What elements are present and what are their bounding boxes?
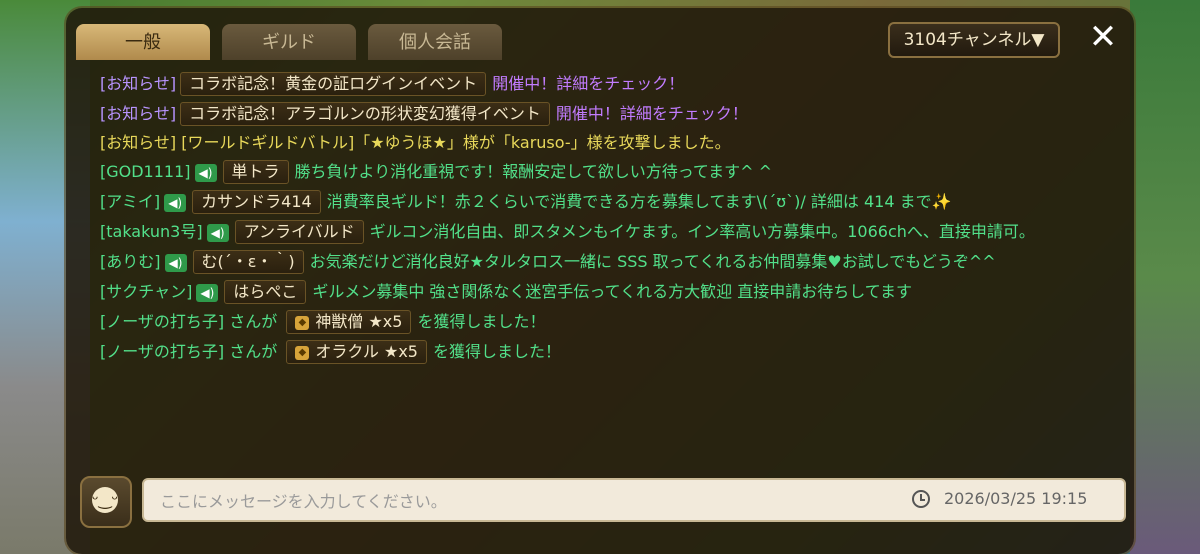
message-sender: [お知らせ] [100,104,177,123]
chat-message: [サクチャン] ◀) はらぺこ ギルメン募集中 強さ関係なく迷宮手伝ってくれる方大歓迎… [100,280,1090,304]
tab-guild[interactable]: ギルド [222,24,356,60]
chat-message: [お知らせ] コラボ記念！アラゴルンの形状変幻獲得イベント 開催中！詳細をチェック！ [100,102,1090,126]
message-sender: [ノーザの打ち子] [100,312,225,331]
chat-message: [ありむ] ◀) む(´・ε・｀) お気楽だけど消化良好★タルタロス一緒に SSS 取… [100,250,1090,274]
message-input-bar: 2026/03/25 19:15 [142,478,1126,522]
megaphone-icon: ◀) [196,283,219,302]
guild-link[interactable]: む(´・ε・｀) [192,250,304,274]
megaphone-icon: ◀) [206,223,229,242]
game-background-right [1130,0,1200,554]
chat-message: [ノーザの打ち子] さんが ◆ オラクル ★x5 を獲得しました！ [100,340,1090,364]
message-sender: [takakun3号] [100,222,203,241]
chat-message: [takakun3号] ◀) アンライバルド ギルコン消化自由、即スタメンもイケます。… [100,220,1090,244]
message-sender: [GOD1111] [100,162,191,181]
chat-message: [ノーザの打ち子] さんが ◆ 神獣僧 ★x5 を獲得しました！ [100,310,1090,334]
chat-message: [お知らせ] [ワールドギルドバトル]「★ゆうほ★」様が「karuso-」様を攻… [100,132,1090,154]
message-text: お気楽だけど消化良好★タルタロス一緒に SSS 取ってくれるお仲間募集♥お試しで… [309,252,996,271]
chat-message: [アミイ] ◀) カサンドラ414 消費率良ギルド！赤２くらいで消費できる方を募集して… [100,190,1090,214]
message-sender: [アミイ] [100,192,161,211]
message-text: を獲得しました！ [432,342,561,361]
chat-message: [GOD1111] ◀) 単トラ 勝ち負けより消化重視です！報酬安定して欲しい方待って… [100,160,1090,184]
guild-link[interactable]: 単トラ [222,160,289,184]
item-icon: ◆ [295,315,310,330]
message-text: 消費率良ギルド！赤２くらいで消費できる方を募集してます\(´ʊ`)/ 詳細は 4… [326,192,952,211]
guild-link[interactable]: はらぺこ [224,280,307,304]
megaphone-icon: ◀) [164,193,187,212]
message-sender: [ありむ] [100,252,161,271]
message-sender: [ノーザの打ち子] [100,342,225,361]
item-name: オラクル ★x5 [315,342,418,361]
event-link[interactable]: コラボ記念！黄金の証ログインイベント [180,72,487,96]
tab-private-chat[interactable]: 個人会話 [368,24,502,60]
message-text: 開催中！詳細をチェック！ [555,104,748,123]
message-text: 勝ち負けより消化重視です！報酬安定して欲しい方待ってます^ ^ [294,162,773,181]
emoji-button[interactable]: ᵕ‿ᵕ [80,476,132,528]
message-text: ギルメン募集中 強さ関係なく迷宮手伝ってくれる方大歓迎 直接申請お待ちしてます [312,282,912,301]
message-input[interactable] [158,488,882,514]
guild-link[interactable]: アンライバルド [234,220,364,244]
item-link[interactable]: ◆ 神獣僧 ★x5 [286,310,412,334]
message-text: さんが [229,342,278,361]
item-name: 神獣僧 ★x5 [315,312,403,331]
clock-icon [912,490,930,508]
close-icon[interactable]: ✕ [1086,20,1120,54]
message-text: を獲得しました！ [417,312,546,331]
guild-link[interactable]: カサンドラ414 [192,190,321,214]
chat-message-list: [お知らせ] コラボ記念！黄金の証ログインイベント 開催中！詳細をチェック！ [お知… [100,72,1090,370]
item-link[interactable]: ◆ オラクル ★x5 [286,340,427,364]
message-text: ギルコン消化自由、即スタメンもイケます。イン率高い方募集中。1066chへ、直接… [369,222,1035,241]
message-text: 開催中！詳細をチェック！ [492,74,685,93]
message-text: さんが [229,312,278,331]
message-sender: [お知らせ] [100,74,177,93]
item-icon: ◆ [295,345,310,360]
event-link[interactable]: コラボ記念！アラゴルンの形状変幻獲得イベント [180,102,550,126]
megaphone-icon: ◀) [164,253,187,272]
message-sender: [サクチャン] [100,282,193,301]
timestamp: 2026/03/25 19:15 [944,489,1088,508]
message-text: [お知らせ] [ワールドギルドバトル]「★ゆうほ★」様が「karuso-」様を攻… [100,133,731,152]
emoji-icon: ᵕ‿ᵕ [92,487,118,513]
tab-general[interactable]: 一般 [76,24,210,60]
chat-message: [お知らせ] コラボ記念！黄金の証ログインイベント 開催中！詳細をチェック！ [100,72,1090,96]
megaphone-icon: ◀) [194,163,217,182]
channel-select-button[interactable]: 3104チャンネル▼ [888,22,1060,58]
